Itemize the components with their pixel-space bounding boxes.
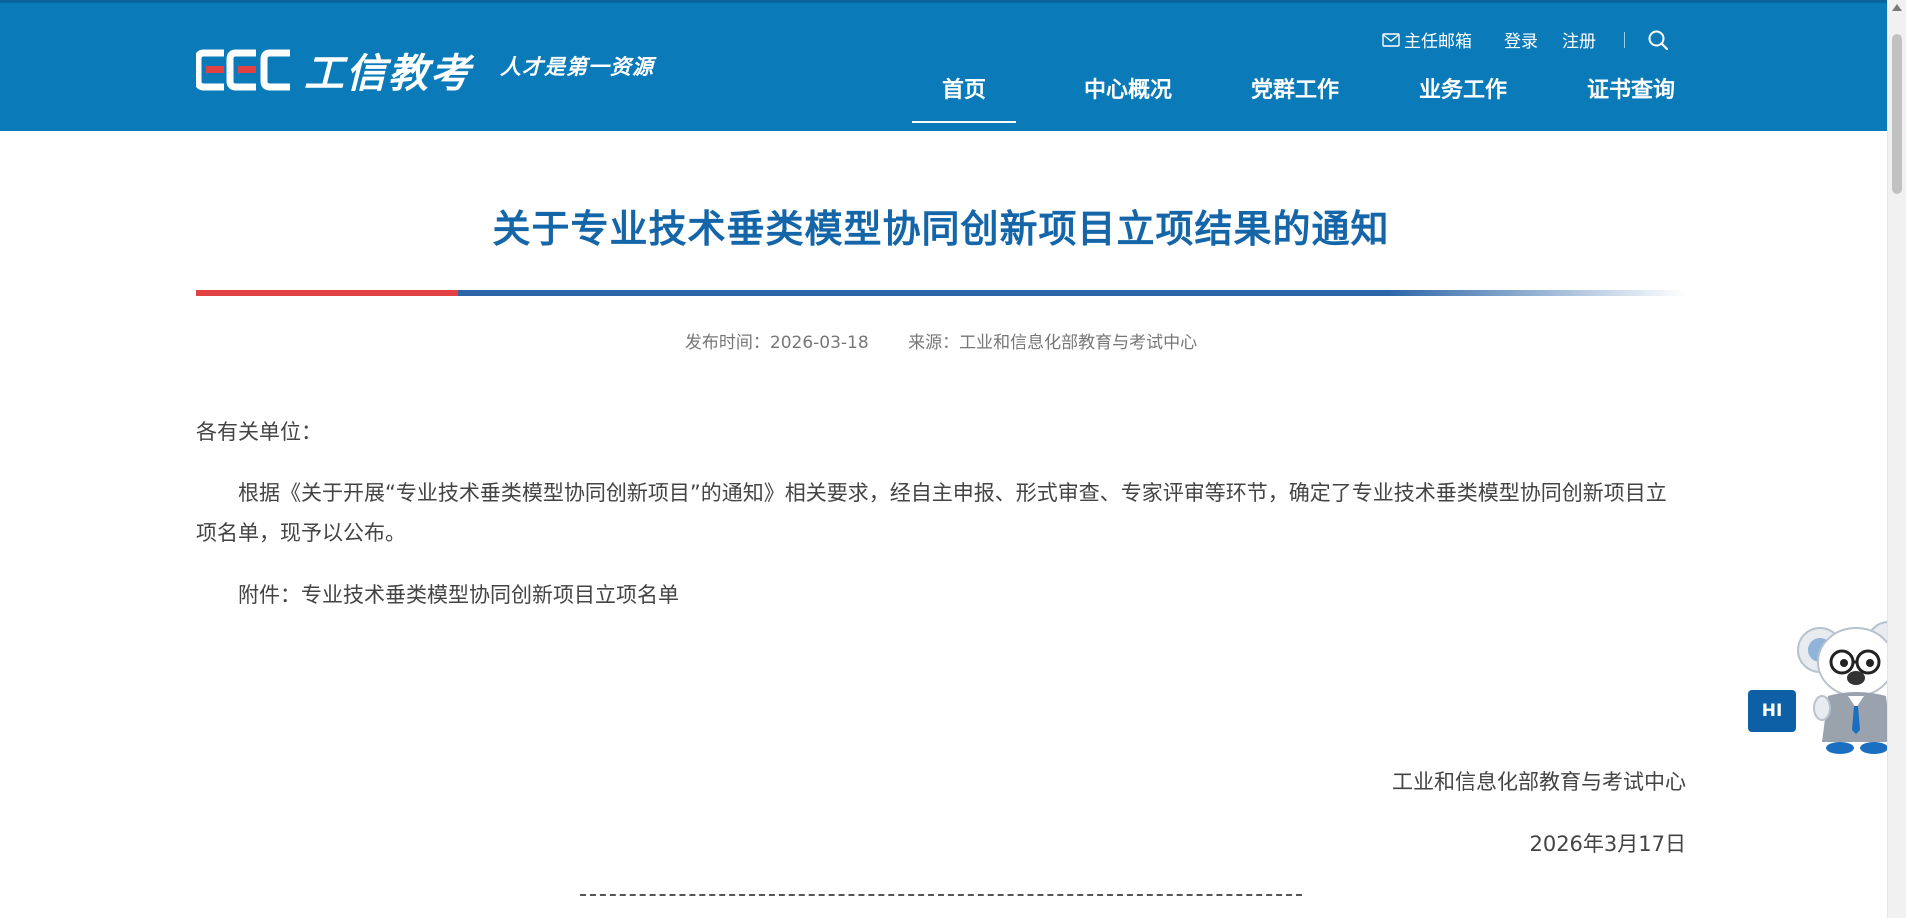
logo-text: 工信教考 [304, 51, 472, 97]
article-paragraph: 根据《关于开展“专业技术垂类模型协同创新项目”的通知》相关要求，经自主申报、形式… [196, 481, 1667, 545]
nav-item-business-work[interactable]: 业务工作 [1410, 73, 1516, 123]
site-header: 工信教考 人才是第一资源 主任邮箱 登录 注册 首页 中心概况 党群工作 业务工… [0, 0, 1887, 131]
scroll-thumb[interactable] [1892, 34, 1902, 194]
scroll-up-arrow-icon[interactable] [1892, 4, 1902, 11]
divider [1624, 31, 1625, 48]
register-link[interactable]: 注册 [1562, 27, 1596, 52]
signature-date: 2026年3月17日 [1529, 832, 1686, 856]
article-meta: 发布时间：2026-03-18 来源：工业和信息化部教育与考试中心 [196, 328, 1686, 353]
site-slogan: 人才是第一资源 [500, 55, 654, 79]
nav-item-home[interactable]: 首页 [912, 73, 1016, 123]
nav-item-party-work[interactable]: 党群工作 [1242, 73, 1348, 123]
ceec-logo-icon [196, 47, 294, 93]
search-icon[interactable] [1647, 29, 1669, 51]
nav-item-center-overview[interactable]: 中心概况 [1076, 73, 1180, 123]
article-title: 关于专业技术垂类模型协同创新项目立项结果的通知 [492, 207, 1390, 251]
mailbox-label: 主任邮箱 [1404, 32, 1472, 52]
publish-label: 发布时间： [684, 333, 770, 353]
koala-mascot-icon[interactable] [1796, 612, 1888, 758]
dashed-separator [580, 894, 1302, 896]
site-logo[interactable]: 工信教考 [196, 41, 472, 99]
page-scrollbar[interactable] [1887, 0, 1906, 918]
nav-item-certificate-query[interactable]: 证书查询 [1578, 73, 1684, 123]
mail-icon [1382, 32, 1400, 47]
article-salutation: 各有关单位： [196, 420, 322, 444]
publish-date: 2026-03-18 [769, 333, 869, 353]
attachment-link[interactable]: 附件：专业技术垂类模型协同创新项目立项名单 [196, 575, 1686, 615]
main-nav: 首页 中心概况 党群工作 业务工作 证书查询 [912, 73, 1684, 123]
assistant-greeting-badge[interactable]: HI [1748, 690, 1796, 732]
signature-organization: 工业和信息化部教育与考试中心 [1392, 770, 1686, 794]
source-value: 工业和信息化部教育与考试中心 [959, 333, 1198, 353]
director-mailbox-link[interactable]: 主任邮箱 [1382, 27, 1472, 52]
title-divider-bar [196, 290, 1686, 296]
source-label: 来源： [908, 333, 960, 353]
top-links: 主任邮箱 登录 注册 [1382, 27, 1669, 52]
login-link[interactable]: 登录 [1504, 27, 1538, 52]
